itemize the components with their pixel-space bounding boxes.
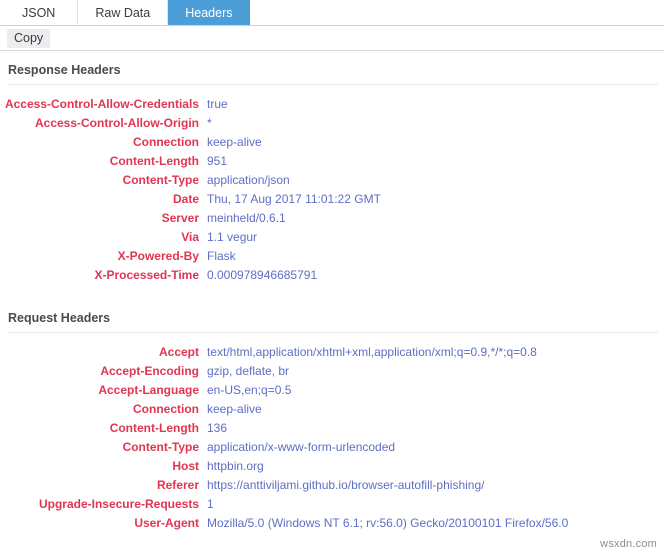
header-name: Content-Type xyxy=(122,173,199,187)
header-name: User-Agent xyxy=(134,516,199,530)
header-value[interactable]: * xyxy=(199,114,212,133)
request-headers-list: Accept text/html,application/xhtml+xml,a… xyxy=(0,333,664,533)
header-value[interactable]: Mozilla/5.0 (Windows NT 6.1; rv:56.0) Ge… xyxy=(199,514,568,533)
header-row: Via 1.1 vegur xyxy=(0,228,664,247)
header-value[interactable]: text/html,application/xhtml+xml,applicat… xyxy=(199,343,537,362)
header-value[interactable]: 1 xyxy=(199,495,214,514)
header-row: Connection keep-alive xyxy=(0,133,664,152)
header-row: Accept-Language en-US,en;q=0.5 xyxy=(0,381,664,400)
header-row: Date Thu, 17 Aug 2017 11:01:22 GMT xyxy=(0,190,664,209)
watermark: wsxdn.com xyxy=(600,538,657,550)
header-name: Host xyxy=(172,459,199,473)
header-name: Via xyxy=(181,230,199,244)
header-value[interactable]: true xyxy=(199,95,228,114)
header-value[interactable]: keep-alive xyxy=(199,400,262,419)
request-headers-title: Request Headers xyxy=(8,311,111,325)
header-value[interactable]: meinheld/0.6.1 xyxy=(199,209,286,228)
response-headers-title: Response Headers xyxy=(8,63,121,77)
header-name: Access-Control-Allow-Credentials xyxy=(4,97,199,111)
tab-bar: JSON Raw Data Headers xyxy=(0,0,664,26)
tab-raw-data[interactable]: Raw Data xyxy=(78,0,169,25)
header-name: Connection xyxy=(133,135,199,149)
copy-button[interactable]: Copy xyxy=(7,28,51,48)
header-value[interactable]: 0.000978946685791 xyxy=(199,266,317,285)
header-value[interactable]: en-US,en;q=0.5 xyxy=(199,381,291,400)
header-row: Host httpbin.org xyxy=(0,457,664,476)
header-value[interactable]: httpbin.org xyxy=(199,457,264,476)
header-name: Referer xyxy=(156,478,199,492)
header-row: Upgrade-Insecure-Requests 1 xyxy=(0,495,664,514)
header-value[interactable]: gzip, deflate, br xyxy=(199,362,289,381)
header-name: Content-Length xyxy=(109,421,199,435)
header-value[interactable]: 1.1 vegur xyxy=(199,228,257,247)
header-name: Access-Control-Allow-Origin xyxy=(34,116,199,130)
header-name: Date xyxy=(172,192,199,206)
header-name: Connection xyxy=(133,402,199,416)
headers-panel: Response Headers Access-Control-Allow-Cr… xyxy=(0,51,664,533)
header-name: Server xyxy=(161,211,199,225)
header-value[interactable]: Thu, 17 Aug 2017 11:01:22 GMT xyxy=(199,190,381,209)
header-value[interactable]: keep-alive xyxy=(199,133,262,152)
header-row: Accept text/html,application/xhtml+xml,a… xyxy=(0,343,664,362)
header-name: Content-Length xyxy=(109,154,199,168)
header-row: Content-Length 951 xyxy=(0,152,664,171)
tab-raw-data-label: Raw Data xyxy=(95,5,151,20)
tab-json[interactable]: JSON xyxy=(0,0,79,25)
header-value[interactable]: application/json xyxy=(199,171,290,190)
header-value[interactable]: Flask xyxy=(199,247,236,266)
header-row: Access-Control-Allow-Origin * xyxy=(0,114,664,133)
header-row: X-Powered-By Flask xyxy=(0,247,664,266)
header-row: Content-Type application/x-www-form-urle… xyxy=(0,438,664,457)
header-row: Content-Type application/json xyxy=(0,171,664,190)
header-row: Content-Length 136 xyxy=(0,419,664,438)
header-value[interactable]: 951 xyxy=(199,152,227,171)
toolbar: Copy xyxy=(0,26,664,51)
header-name: Accept xyxy=(158,345,199,359)
header-name: Upgrade-Insecure-Requests xyxy=(38,497,199,511)
tab-headers[interactable]: Headers xyxy=(168,0,251,25)
response-headers-section: Response Headers Access-Control-Allow-Cr… xyxy=(0,63,664,285)
header-name: Accept-Encoding xyxy=(100,364,199,378)
header-row: Access-Control-Allow-Credentials true xyxy=(0,95,664,114)
header-name: Content-Type xyxy=(122,440,199,454)
request-headers-section: Request Headers Accept text/html,applica… xyxy=(0,311,664,533)
header-row: Referer https://anttiviljami.github.io/b… xyxy=(0,476,664,495)
header-row: Connection keep-alive xyxy=(0,400,664,419)
header-value[interactable]: 136 xyxy=(199,419,227,438)
tab-json-label: JSON xyxy=(22,5,56,20)
header-row: User-Agent Mozilla/5.0 (Windows NT 6.1; … xyxy=(0,514,664,533)
header-name: X-Processed-Time xyxy=(94,268,200,282)
response-headers-list: Access-Control-Allow-Credentials true Ac… xyxy=(0,85,664,285)
header-value[interactable]: application/x-www-form-urlencoded xyxy=(199,438,395,457)
header-value[interactable]: https://anttiviljami.github.io/browser-a… xyxy=(199,476,484,495)
tab-headers-label: Headers xyxy=(185,5,233,20)
header-name: X-Powered-By xyxy=(117,249,199,263)
header-row: Accept-Encoding gzip, deflate, br xyxy=(0,362,664,381)
header-name: Accept-Language xyxy=(98,383,199,397)
header-row: X-Processed-Time 0.000978946685791 xyxy=(0,266,664,285)
header-row: Server meinheld/0.6.1 xyxy=(0,209,664,228)
